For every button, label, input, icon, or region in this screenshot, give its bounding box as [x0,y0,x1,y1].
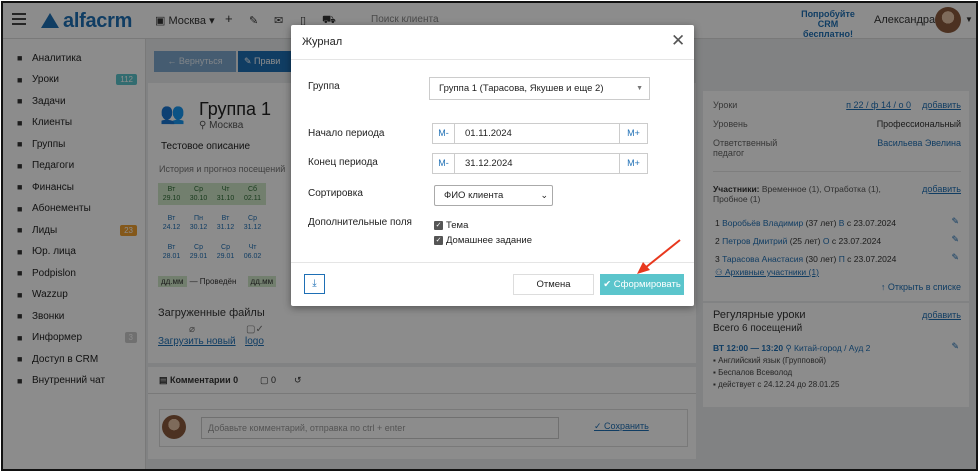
end-date-input[interactable]: 31.12.2024 [465,154,513,173]
group-label: Группа [308,81,340,92]
cancel-button[interactable]: Отмена [513,274,594,295]
app-window: alfacrm ▣ Москва ▾ + ✎ ✉ ▯ ⛟ Поиск клиен… [1,1,978,471]
homework-checkbox[interactable]: ✓ Домашнее задание [434,235,532,246]
chevron-down-icon: ⌄ [540,190,548,200]
start-month-minus-button[interactable]: M- [433,124,455,143]
divider [291,262,694,263]
sort-label: Сортировка [308,188,363,199]
journal-dialog: Журнал ✕ Группа Группа 1 (Тарасова, Якуш… [291,25,694,306]
divider [291,59,694,60]
close-icon[interactable]: ✕ [671,31,685,51]
start-date-field: M- 01.11.2024 M+ [432,123,648,144]
end-month-minus-button[interactable]: M- [433,154,455,173]
group-select[interactable]: Группа 1 (Тарасова, Якушев и еще 2) ▼ [429,77,650,100]
check-icon: ✓ [434,221,443,230]
end-date-field: M- 31.12.2024 M+ [432,153,648,174]
extra-fields-label: Дополнительные поля [308,217,412,228]
start-month-plus-button[interactable]: M+ [619,124,647,143]
dialog-title: Журнал [302,36,343,48]
end-label: Конец периода [308,157,378,168]
check-icon: ✓ [434,236,443,245]
download-icon[interactable]: ⤓ [304,274,325,294]
chevron-down-icon: ▼ [636,85,643,92]
theme-checkbox[interactable]: ✓ Тема [434,220,468,231]
start-label: Начало периода [308,128,385,139]
sort-select[interactable]: ФИО клиента ⌄ [434,185,553,206]
start-date-input[interactable]: 01.11.2024 [465,124,512,143]
end-month-plus-button[interactable]: M+ [619,154,647,173]
generate-button[interactable]: ✔ Сформировать [600,274,684,295]
